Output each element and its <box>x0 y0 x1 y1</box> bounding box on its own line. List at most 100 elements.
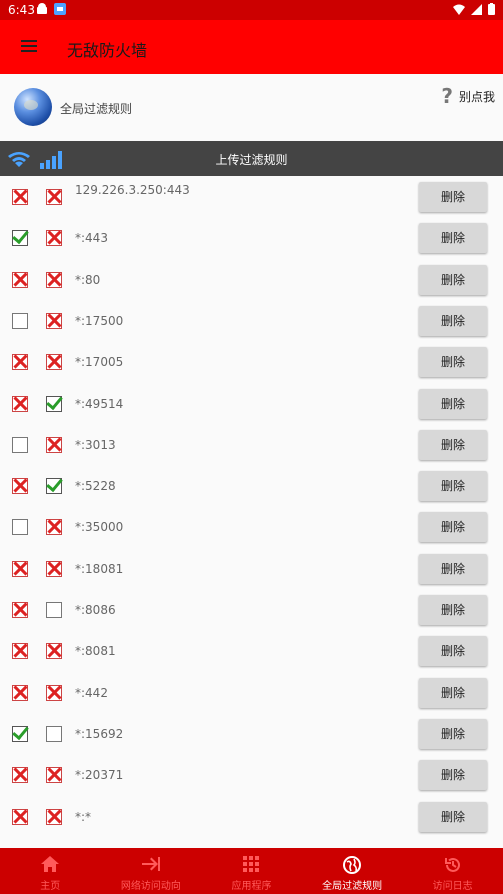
app-bar: 无敌防火墙 <box>0 20 503 74</box>
cellular-allow-checkbox[interactable] <box>46 478 62 495</box>
rule-address: *:5228 <box>75 479 116 494</box>
delete-button[interactable]: 删除 <box>419 429 487 460</box>
rule-address: *:20371 <box>75 768 124 783</box>
wifi-allow-checkbox[interactable] <box>12 478 28 495</box>
wifi-status-icon <box>453 4 465 15</box>
delete-button[interactable]: 删除 <box>419 182 487 212</box>
nav-tab-label: 应用程序 <box>231 881 272 892</box>
rule-address: *:443 <box>75 231 108 246</box>
cellular-allow-checkbox[interactable] <box>46 312 62 329</box>
delete-button[interactable]: 删除 <box>419 553 487 584</box>
wifi-allow-checkbox[interactable] <box>12 602 28 618</box>
rule-row: *:3013 删除 <box>0 424 503 465</box>
cellular-allow-checkbox[interactable] <box>46 436 62 453</box>
cellular-allow-checkbox[interactable] <box>46 395 62 412</box>
nav-tab-label: 网络访问动向 <box>120 881 181 892</box>
wifi-allow-checkbox[interactable] <box>12 189 28 205</box>
upload-rules-button[interactable]: 上传过滤规则 <box>0 151 503 168</box>
rule-address: *:3013 <box>75 437 116 452</box>
globe-icon <box>14 88 52 126</box>
wifi-allow-checkbox[interactable] <box>12 560 28 577</box>
rule-address: 129.226.3.250:443 <box>75 183 190 197</box>
cellular-allow-checkbox[interactable] <box>46 808 62 825</box>
wifi-allow-checkbox[interactable] <box>12 519 28 536</box>
status-bar: 6:43 <box>0 0 503 20</box>
delete-button[interactable]: 删除 <box>419 347 487 378</box>
help-button[interactable]: ? 别点我 <box>441 84 495 108</box>
delete-button[interactable]: 删除 <box>419 595 487 625</box>
wifi-allow-checkbox[interactable] <box>12 271 28 288</box>
rules-list: 129.226.3.250:443 删除 *:443 删除 *:80 删除 *:17500 删… <box>0 176 503 848</box>
cellular-allow-checkbox[interactable] <box>46 725 62 742</box>
rule-row: *:* 删除 <box>0 796 503 837</box>
nav-tab-3[interactable]: 全局过滤规则 <box>302 848 403 894</box>
delete-button[interactable]: 删除 <box>419 223 487 254</box>
rule-address: *:8086 <box>75 603 116 617</box>
cellular-allow-checkbox[interactable] <box>46 767 62 784</box>
rule-address: *:18081 <box>75 561 124 576</box>
android-icon <box>37 3 47 14</box>
delete-button[interactable]: 删除 <box>419 760 487 791</box>
cellular-allow-checkbox[interactable] <box>46 602 62 618</box>
nav-tab-label: 访问日志 <box>432 881 473 892</box>
cellular-allow-checkbox[interactable] <box>46 519 62 536</box>
rule-address: *:17500 <box>75 313 124 328</box>
app-notification-icon <box>54 3 66 15</box>
signal-status-icon <box>471 3 482 15</box>
rule-row: *:15692 删除 <box>0 713 503 754</box>
rule-row: *:80 删除 <box>0 259 503 300</box>
help-label: 别点我 <box>458 89 495 104</box>
wifi-allow-checkbox[interactable] <box>12 808 28 825</box>
delete-button[interactable]: 删除 <box>419 264 487 295</box>
wifi-allow-checkbox[interactable] <box>12 436 28 453</box>
rule-address: *:49514 <box>75 396 124 411</box>
cellular-allow-checkbox[interactable] <box>46 643 62 660</box>
rule-row: *:17005 删除 <box>0 341 503 382</box>
app-title: 无敌防火墙 <box>67 41 148 60</box>
cellular-allow-checkbox[interactable] <box>46 189 62 205</box>
wifi-allow-checkbox[interactable] <box>12 312 28 329</box>
rule-row: *:20371 删除 <box>0 754 503 795</box>
cellular-allow-checkbox[interactable] <box>46 230 62 247</box>
nav-tab-2[interactable]: 应用程序 <box>201 848 302 894</box>
history-icon <box>444 856 462 872</box>
battery-icon <box>488 3 495 15</box>
arrow-to-line-icon <box>141 856 160 872</box>
rule-row: *:5228 删除 <box>0 465 503 506</box>
rule-address: *:8081 <box>75 644 116 659</box>
delete-button[interactable]: 删除 <box>419 718 487 749</box>
cellular-allow-checkbox[interactable] <box>46 684 62 701</box>
wifi-allow-checkbox[interactable] <box>12 643 28 660</box>
rule-address: *:80 <box>75 272 101 287</box>
globe-icon <box>343 856 362 874</box>
wifi-allow-checkbox[interactable] <box>12 354 28 371</box>
rule-row: *:17500 删除 <box>0 300 503 341</box>
delete-button[interactable]: 删除 <box>419 388 487 419</box>
nav-tab-4[interactable]: 访问日志 <box>402 848 503 894</box>
delete-button[interactable]: 删除 <box>419 801 487 832</box>
wifi-allow-checkbox[interactable] <box>12 230 28 247</box>
rule-row: *:443 删除 <box>0 217 503 258</box>
nav-tab-label: 主页 <box>40 881 61 892</box>
filter-toolbar: 上传过滤规则 <box>0 141 503 176</box>
cellular-allow-checkbox[interactable] <box>46 354 62 371</box>
nav-tab-1[interactable]: 网络访问动向 <box>101 848 202 894</box>
wifi-allow-checkbox[interactable] <box>12 767 28 784</box>
wifi-allow-checkbox[interactable] <box>12 725 28 742</box>
rule-row: *:35000 删除 <box>0 506 503 547</box>
question-icon: ? <box>441 84 453 108</box>
status-time: 6:43 <box>8 3 35 17</box>
cellular-allow-checkbox[interactable] <box>46 560 62 577</box>
delete-button[interactable]: 删除 <box>419 636 487 667</box>
wifi-allow-checkbox[interactable] <box>12 684 28 701</box>
cellular-allow-checkbox[interactable] <box>46 271 62 288</box>
wifi-allow-checkbox[interactable] <box>12 395 28 412</box>
rule-address: *:442 <box>75 685 108 700</box>
page-header: 全局过滤规则 ? 别点我 <box>0 74 503 141</box>
nav-tab-0[interactable]: 主页 <box>0 848 101 894</box>
delete-button[interactable]: 删除 <box>419 471 487 502</box>
delete-button[interactable]: 删除 <box>419 677 487 708</box>
delete-button[interactable]: 删除 <box>419 305 487 336</box>
delete-button[interactable]: 删除 <box>419 512 487 543</box>
menu-icon[interactable] <box>20 37 40 57</box>
